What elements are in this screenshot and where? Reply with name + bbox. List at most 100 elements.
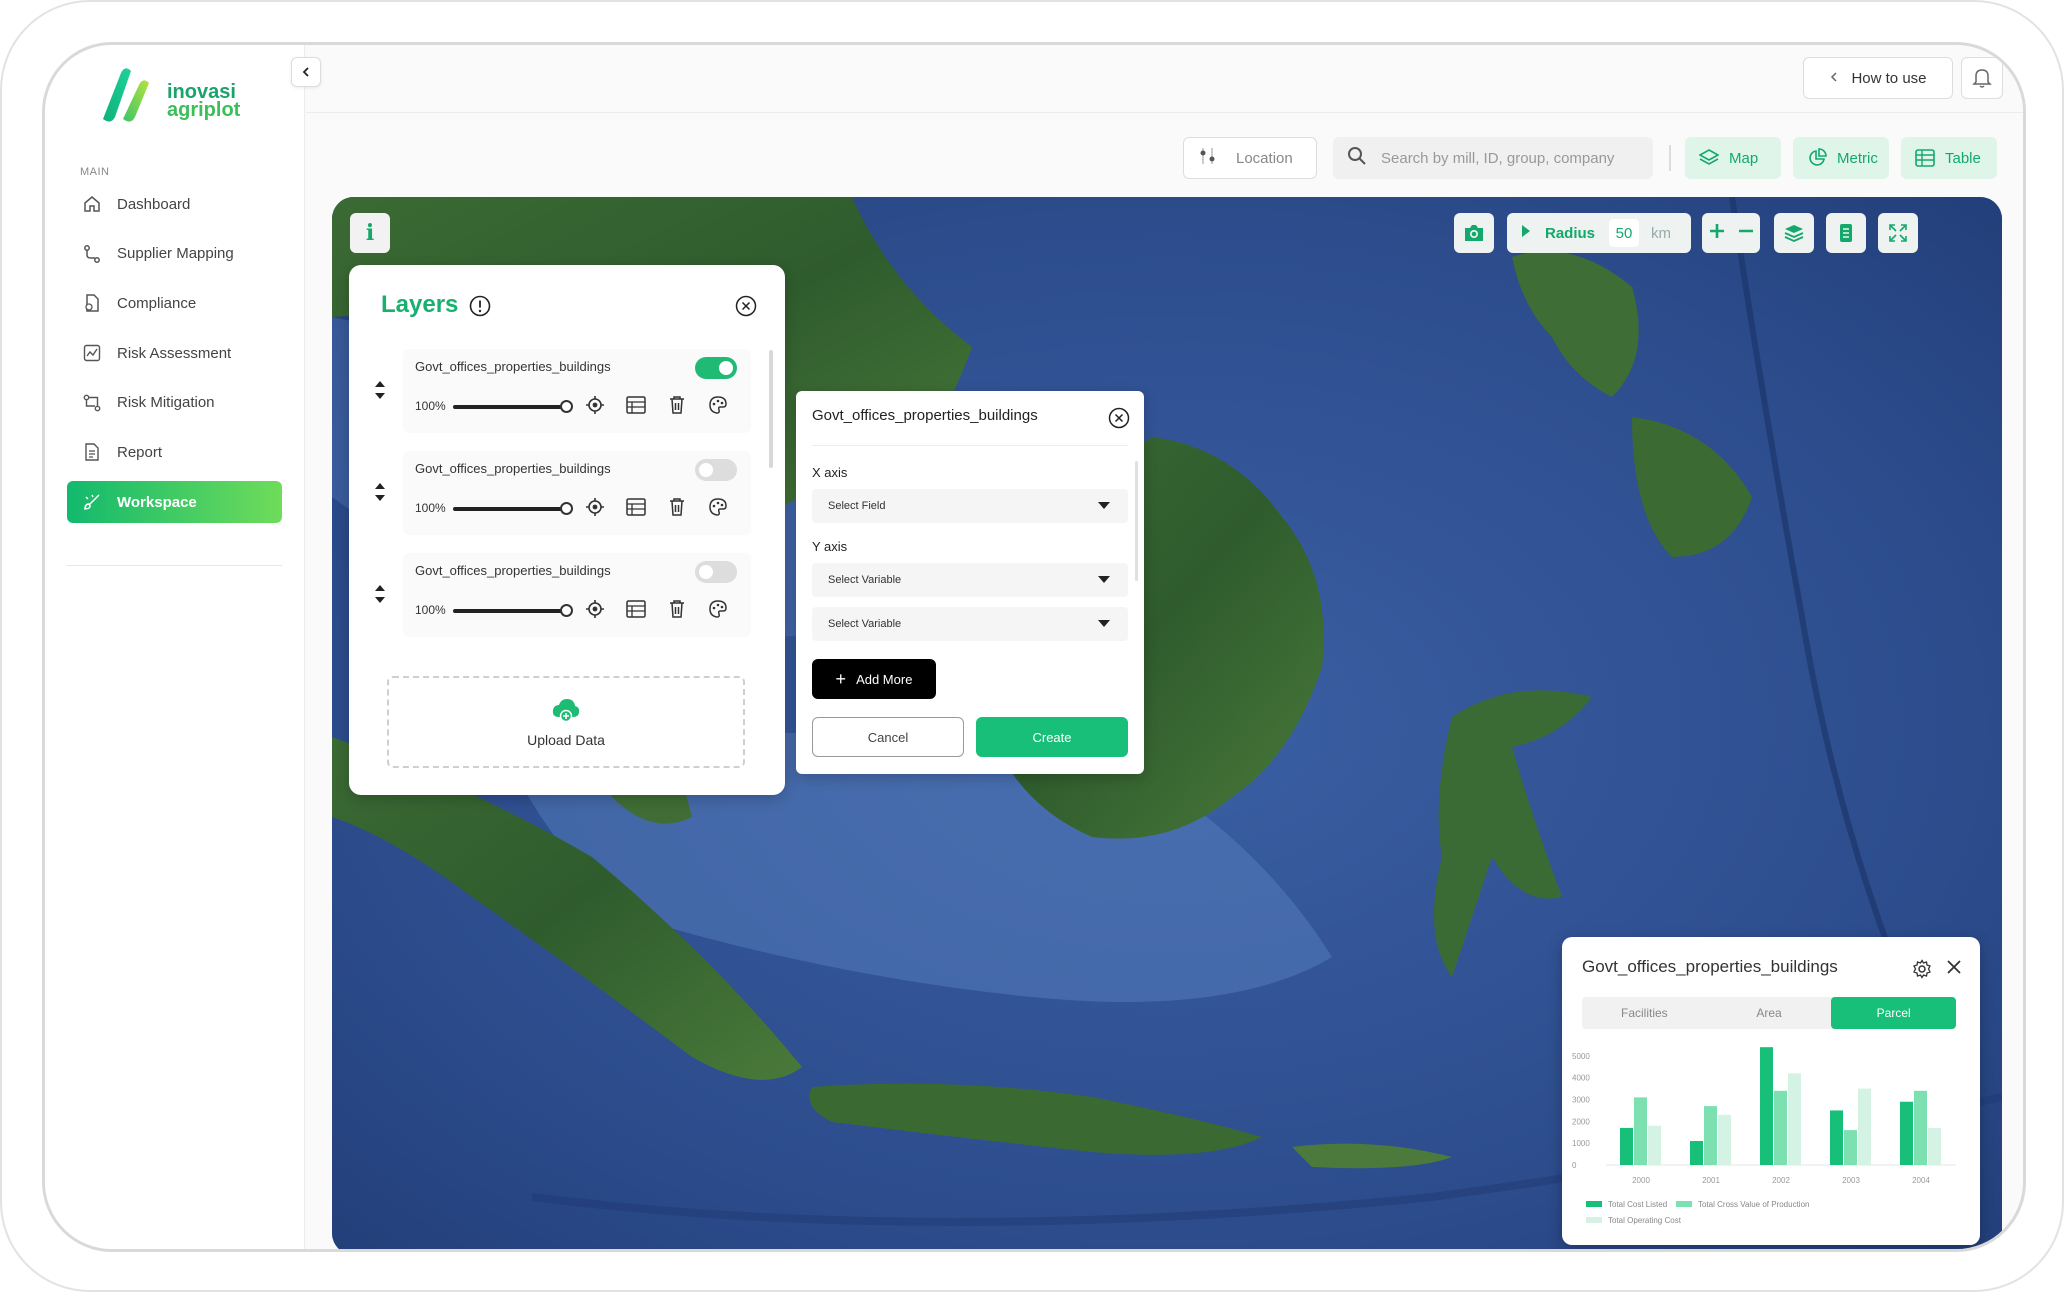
bar: [1620, 1127, 1633, 1165]
location-filter-button[interactable]: Location: [1183, 137, 1317, 179]
bar: [1690, 1141, 1703, 1165]
sidebar-item-supplier-mapping[interactable]: Supplier Mapping: [67, 233, 282, 275]
table-icon: [626, 498, 646, 516]
caret-down-icon: [1098, 576, 1110, 583]
dialog-close-button[interactable]: [1108, 407, 1130, 434]
x-field-select[interactable]: Select Field: [812, 489, 1128, 523]
radius-input[interactable]: 50: [1609, 219, 1640, 247]
chevron-left-icon: [302, 67, 309, 77]
zoom-to-layer-button[interactable]: [583, 495, 607, 519]
location-sliders-icon: [1198, 147, 1218, 169]
upload-data-dropzone[interactable]: Upload Data: [387, 676, 745, 768]
y-tick-label: 4000: [1572, 1074, 1590, 1083]
attribute-table-button[interactable]: [624, 495, 648, 519]
app-screen: inovasi agriplot MAIN Dashboard Supplier…: [42, 42, 2026, 1252]
sidebar-item-label: Compliance: [117, 294, 197, 312]
fullscreen-button[interactable]: [1878, 213, 1918, 253]
sidebar-item-label: Dashboard: [117, 195, 191, 213]
radius-control[interactable]: Radius 50 km: [1507, 213, 1691, 253]
delete-layer-button[interactable]: [665, 597, 689, 621]
layer-style-button[interactable]: [706, 495, 730, 519]
sidebar-item-report[interactable]: Report: [67, 431, 282, 473]
chart-card-close-button[interactable]: [1946, 959, 1962, 980]
radius-label: Radius: [1545, 224, 1596, 242]
minus-icon: [1738, 229, 1753, 232]
y-variable-select[interactable]: Select Variable: [812, 563, 1128, 597]
create-button[interactable]: Create: [976, 717, 1128, 757]
bar: [1718, 1114, 1731, 1165]
sidebar-item-risk-assessment[interactable]: Risk Assessment: [67, 332, 282, 374]
crosshair-icon: [586, 498, 604, 516]
sidebar-item-risk-mitigation[interactable]: Risk Mitigation: [67, 382, 282, 424]
attribute-table-button[interactable]: [624, 393, 648, 417]
drag-handle-icon[interactable]: [373, 379, 387, 406]
delete-layer-button[interactable]: [665, 495, 689, 519]
sidebar-item-workspace[interactable]: Workspace: [67, 481, 282, 524]
dialog-scrollbar[interactable]: [1135, 461, 1138, 581]
view-map-button[interactable]: Map: [1685, 137, 1781, 179]
sidebar-item-compliance[interactable]: Compliance: [67, 282, 282, 324]
table-icon: [626, 600, 646, 618]
sidebar-item-dashboard[interactable]: Dashboard: [67, 183, 282, 225]
close-icon: [1947, 960, 1961, 974]
location-label: Location: [1236, 149, 1293, 167]
layer-item: Govt_offices_properties_buildings 100%: [373, 553, 751, 637]
screenshot-button[interactable]: [1454, 213, 1494, 253]
notifications-button[interactable]: [1961, 57, 2003, 99]
delete-layer-button[interactable]: [665, 393, 689, 417]
drag-handle-icon[interactable]: [373, 583, 387, 610]
view-metric-button[interactable]: Metric: [1793, 137, 1889, 179]
zoom-to-layer-button[interactable]: [583, 393, 607, 417]
collapse-sidebar-button[interactable]: [291, 57, 321, 87]
layers-close-button[interactable]: [735, 295, 757, 322]
crosshair-icon: [586, 396, 604, 414]
route-icon: [81, 243, 103, 265]
map-canvas[interactable]: i Radius 50 km Layers Govt_offices_prope…: [332, 197, 2002, 1249]
zoom-in-button[interactable]: [1708, 222, 1726, 245]
legend-button[interactable]: [1826, 213, 1866, 253]
how-to-use-button[interactable]: How to use: [1803, 57, 1953, 99]
bar: [1928, 1127, 1941, 1165]
zoom-out-button[interactable]: [1737, 222, 1755, 245]
search-icon: [1347, 146, 1367, 170]
layer-opacity-slider[interactable]: [453, 400, 573, 413]
layer-opacity-value: 100%: [415, 399, 446, 413]
tab-facilities[interactable]: Facilities: [1582, 997, 1707, 1029]
search-input[interactable]: Search by mill, ID, group, company: [1333, 137, 1653, 179]
layers-scrollbar[interactable]: [769, 350, 773, 468]
layer-opacity-slider[interactable]: [453, 502, 573, 515]
layers-title: Layers: [381, 291, 459, 318]
layer-name: Govt_offices_properties_buildings: [415, 461, 611, 476]
logo[interactable]: inovasi agriplot: [97, 65, 297, 135]
dialog-divider: [812, 445, 1128, 446]
bar: [1844, 1130, 1857, 1165]
view-map-label: Map: [1729, 149, 1759, 167]
chart-settings-button[interactable]: [1912, 959, 1932, 984]
cancel-button[interactable]: Cancel: [812, 717, 964, 757]
view-table-button[interactable]: Table: [1901, 137, 1997, 179]
layer-visibility-toggle[interactable]: [695, 459, 737, 481]
add-more-button[interactable]: + Add More: [812, 659, 936, 699]
layer-style-button[interactable]: [706, 597, 730, 621]
drag-handle-icon[interactable]: [373, 481, 387, 508]
sidebar: inovasi agriplot MAIN Dashboard Supplier…: [45, 45, 305, 1249]
zoom-to-layer-button[interactable]: [583, 597, 607, 621]
layer-style-button[interactable]: [706, 393, 730, 417]
attribute-table-button[interactable]: [624, 597, 648, 621]
map-info-button[interactable]: i: [350, 213, 390, 253]
x-axis-label: X axis: [812, 465, 848, 480]
tab-area[interactable]: Area: [1707, 997, 1832, 1029]
chart-card-title: Govt_offices_properties_buildings: [1582, 957, 1838, 976]
expand-icon: [1889, 224, 1907, 242]
y-tick-label: 1000: [1572, 1139, 1590, 1148]
y-variable-select[interactable]: Select Variable: [812, 607, 1128, 641]
info-icon: i: [365, 220, 375, 246]
legend-label: Total Cross Value of Production: [1698, 1200, 1809, 1209]
layer-visibility-toggle[interactable]: [695, 561, 737, 583]
basemap-layers-button[interactable]: [1774, 213, 1814, 253]
layer-visibility-toggle[interactable]: [695, 357, 737, 379]
layers-help-icon[interactable]: [469, 295, 491, 322]
layer-opacity-slider[interactable]: [453, 604, 573, 617]
tab-parcel[interactable]: Parcel: [1831, 997, 1957, 1029]
bar: [1634, 1097, 1647, 1165]
